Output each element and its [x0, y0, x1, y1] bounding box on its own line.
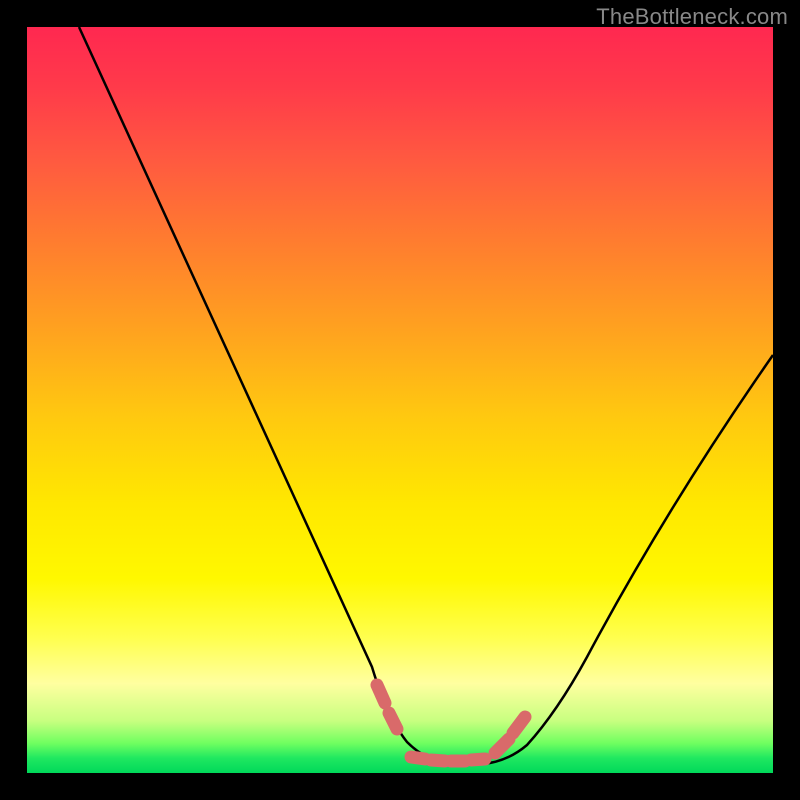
bottleneck-curve — [79, 27, 773, 764]
chart-container: TheBottleneck.com — [0, 0, 800, 800]
chart-svg — [27, 27, 773, 773]
optimal-range-highlight — [377, 685, 525, 761]
watermark-text: TheBottleneck.com — [596, 4, 788, 30]
